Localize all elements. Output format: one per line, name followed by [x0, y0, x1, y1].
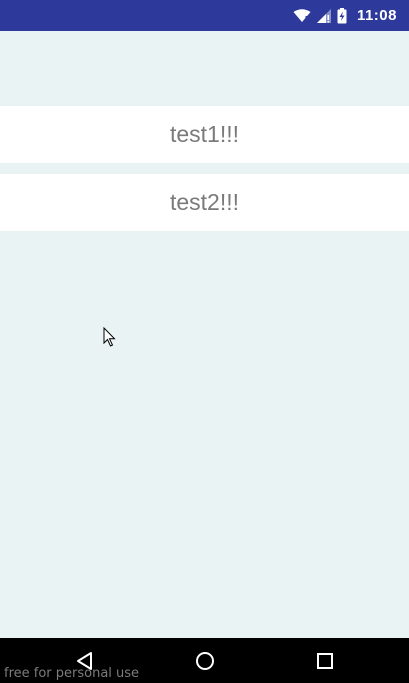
- battery-charging-icon: [337, 7, 347, 24]
- status-icons: 11:08: [293, 0, 397, 31]
- mouse-pointer-icon: [103, 327, 116, 347]
- list-item-label: test1!!!: [169, 121, 240, 147]
- recents-button[interactable]: [295, 638, 355, 683]
- watermark-text: free for personal use: [4, 666, 140, 681]
- home-button[interactable]: [175, 638, 235, 683]
- main-content: test1!!! test2!!!: [0, 31, 409, 638]
- list-item[interactable]: test2!!!: [0, 174, 409, 231]
- status-bar: 11:08: [0, 0, 409, 31]
- recents-icon: [317, 652, 333, 669]
- wifi-icon: [293, 8, 311, 23]
- list-item-label: test2!!!: [169, 189, 240, 215]
- status-clock: 11:08: [356, 7, 397, 24]
- list-item[interactable]: test1!!!: [0, 106, 409, 163]
- home-icon: [196, 651, 214, 670]
- cell-signal-icon: [316, 8, 331, 23]
